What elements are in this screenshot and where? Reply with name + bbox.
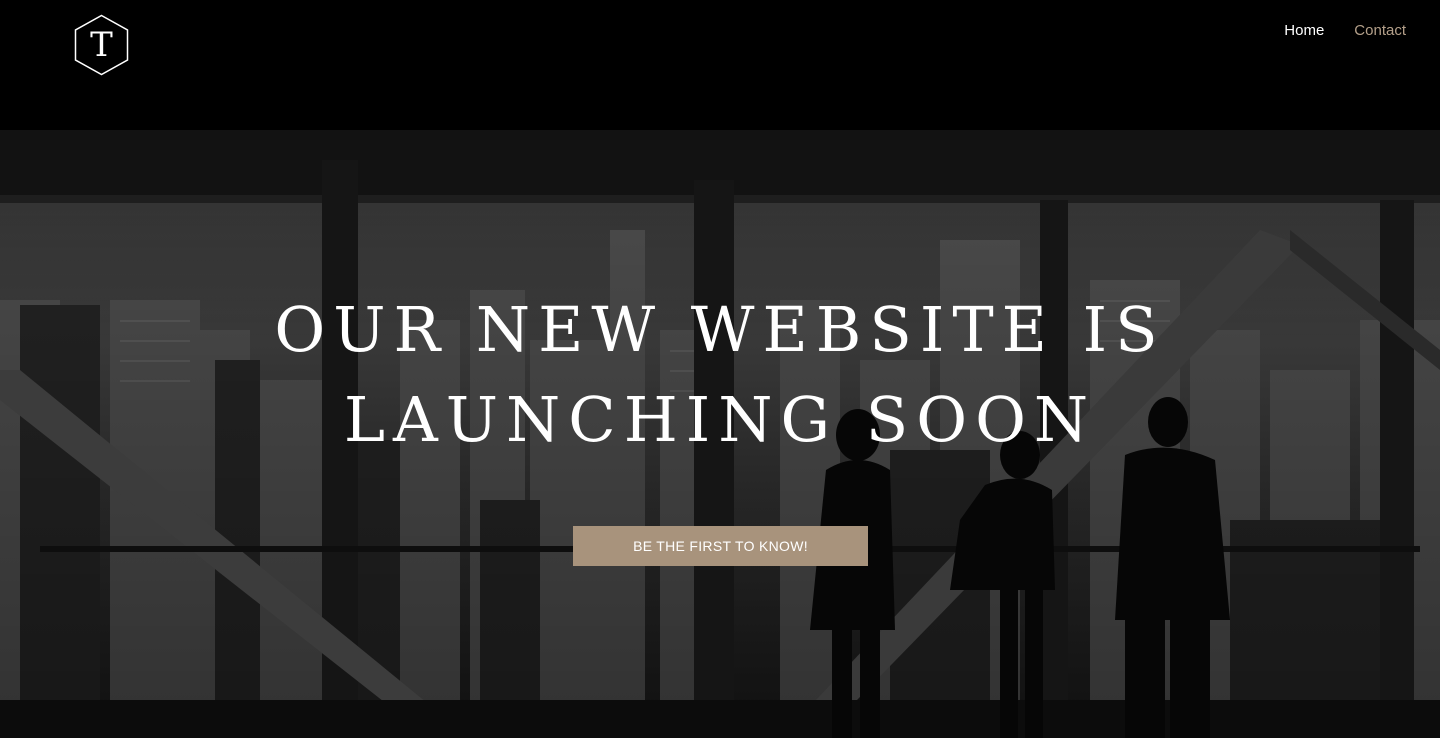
notify-signup-button[interactable]: BE THE FIRST TO KNOW! bbox=[573, 526, 868, 566]
hero-section: OUR NEW WEBSITE IS LAUNCHING SOON bbox=[0, 285, 1440, 465]
header-bar bbox=[0, 0, 1440, 130]
hero-title: OUR NEW WEBSITE IS LAUNCHING SOON bbox=[274, 293, 1166, 456]
brand-logo[interactable]: T bbox=[74, 14, 129, 76]
nav-link-contact[interactable]: Contact bbox=[1354, 22, 1406, 39]
logo-letter: T bbox=[90, 25, 113, 65]
main-navigation: Home Contact bbox=[1284, 22, 1406, 39]
coming-soon-page: T Home Contact OUR NEW WEBSITE IS LAUNCH… bbox=[0, 0, 1440, 738]
nav-link-home[interactable]: Home bbox=[1284, 22, 1324, 39]
